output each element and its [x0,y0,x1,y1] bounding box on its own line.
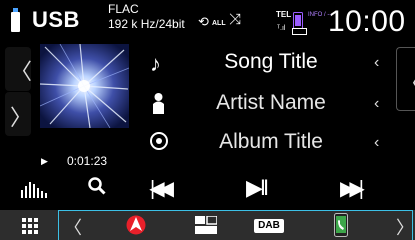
repeat-icon[interactable]: ⟲ [198,14,209,30]
next-track-button[interactable]: ▶▶| [340,176,364,201]
sample-rate: 192 k Hz/24bit [108,17,185,31]
signal-strength-icon: ᵀ.ıl [277,25,286,32]
tel-label: TEL [276,10,292,19]
song-title-scroll-icon[interactable]: ‹ [374,54,379,72]
album-art [40,44,129,128]
artist-scroll-icon[interactable]: ‹ [374,95,379,113]
home-menu-icon[interactable] [22,218,38,234]
music-note-icon: ♪ [150,51,161,76]
play-status-icon: ▶ [41,156,48,166]
phone-app-icon[interactable] [334,213,348,237]
artist-name: Artist Name [216,91,326,114]
song-title: Song Title [224,50,318,73]
left-arrow-icon[interactable]: 〈 [10,54,32,86]
source-label[interactable]: USB [32,7,80,33]
panel-left-arrow-icon[interactable]: 〈 [400,66,415,98]
right-arrow-icon[interactable]: 〉 [10,100,32,132]
equalizer-icon[interactable] [20,180,48,198]
usb-icon [11,8,20,32]
dab-icon[interactable]: DAB [254,219,284,233]
previous-track-button[interactable]: |◀◀ [150,176,174,201]
artist-icon [153,93,164,114]
shortcut-bar [58,210,413,240]
split-screen-icon[interactable] [195,216,217,234]
audio-format: FLAC [108,2,139,16]
play-pause-button[interactable]: ▶II [246,175,269,201]
album-scroll-icon[interactable]: ‹ [374,134,379,152]
repeat-mode: ALL [212,20,226,27]
shortcut-next-icon[interactable]: 〉 [396,214,414,240]
shuffle-icon[interactable]: ⤨ [229,11,241,28]
album-title: Album Title [219,130,323,153]
battery-icon [292,28,307,35]
navigation-icon[interactable] [126,214,146,236]
elapsed-time: 0:01:23 [67,154,108,168]
phone-icon [293,12,303,29]
album-icon [150,132,168,150]
search-icon[interactable] [88,177,106,195]
shortcut-prev-icon[interactable]: 〈 [64,214,82,240]
clock: 10:00 [328,5,406,38]
